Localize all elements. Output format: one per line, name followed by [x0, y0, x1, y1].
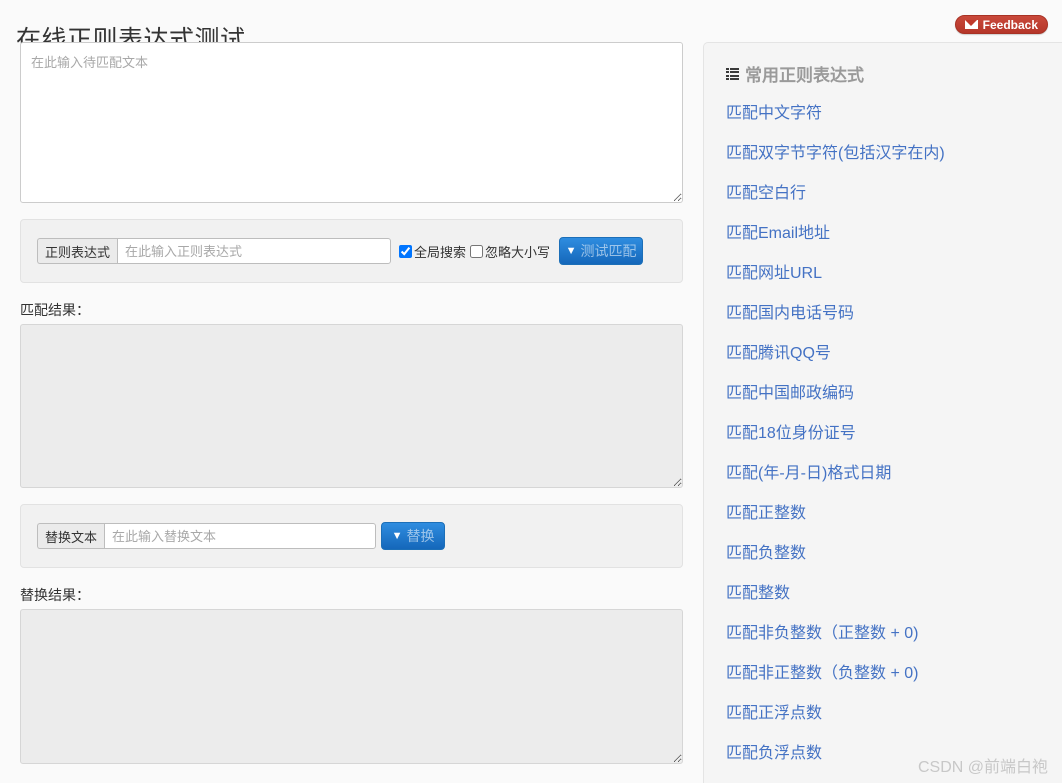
envelope-icon — [964, 20, 978, 29]
regex-panel: 正则表达式 全局搜索 忽略大小写 ▼ 测试匹配 — [20, 219, 683, 283]
main-column: 正则表达式 全局搜索 忽略大小写 ▼ 测试匹配 匹配结果： 替换文本 — [20, 42, 683, 764]
match-result-label: 匹配结果： — [20, 302, 90, 318]
regex-input[interactable] — [117, 238, 392, 264]
regex-preset-link[interactable]: 匹配中文字符 — [726, 104, 1062, 124]
replace-result-label: 替换结果： — [20, 587, 90, 603]
replace-input-row: 替换文本 ▼ 替换 — [37, 522, 666, 550]
regex-preset-link[interactable]: 匹配Email地址 — [726, 224, 1062, 244]
regex-preset-link[interactable]: 匹配整数 — [726, 584, 1062, 604]
regex-preset-link[interactable]: 匹配腾讯QQ号 — [726, 344, 1062, 364]
replace-panel: 替换文本 ▼ 替换 — [20, 504, 683, 568]
replace-result-output — [20, 609, 683, 764]
regex-preset-link[interactable]: 匹配非负整数（正整数 + 0) — [726, 624, 1062, 644]
regex-preset-link[interactable]: 匹配国内电话号码 — [726, 304, 1062, 324]
replace-text-input[interactable] — [104, 523, 377, 549]
regex-label: 正则表达式 — [37, 238, 118, 264]
sidebar-title: 常用正则表达式 — [745, 66, 864, 85]
ignore-case-label[interactable]: 忽略大小写 — [485, 242, 550, 261]
global-search-label[interactable]: 全局搜索 — [414, 242, 466, 261]
source-text-input[interactable] — [20, 42, 683, 203]
regex-preset-link[interactable]: 匹配双字节字符(包括汉字在内) — [726, 144, 1062, 164]
global-search-checkbox[interactable] — [399, 244, 413, 258]
regex-preset-link[interactable]: 匹配非正整数（负整数 + 0) — [726, 664, 1062, 684]
feedback-button-label: Feedback — [982, 17, 1038, 32]
page-root: 在线正则表达式测试 Feedback 正则表达式 全局搜索 忽略大小写 ▼ 测试… — [0, 0, 1062, 783]
regex-preset-link[interactable]: 匹配18位身份证号 — [726, 424, 1062, 444]
regex-flags: 全局搜索 忽略大小写 — [399, 242, 554, 261]
replace-button-label: 替换 — [406, 528, 435, 544]
sidebar-header: 常用正则表达式 — [726, 61, 1062, 86]
replace-label: 替换文本 — [37, 523, 105, 549]
replace-button[interactable]: ▼ 替换 — [381, 522, 446, 550]
regex-preset-link[interactable]: 匹配中国邮政编码 — [726, 384, 1062, 404]
match-result-output — [20, 324, 683, 488]
regex-preset-link[interactable]: 匹配负整数 — [726, 544, 1062, 564]
regex-preset-link[interactable]: 匹配空白行 — [726, 184, 1062, 204]
regex-preset-link[interactable]: 匹配正整数 — [726, 504, 1062, 524]
regex-preset-link[interactable]: 匹配负浮点数 — [726, 744, 1062, 764]
regex-preset-link[interactable]: 匹配正浮点数 — [726, 704, 1062, 724]
regex-preset-link[interactable]: 匹配(年-月-日)格式日期 — [726, 464, 1062, 484]
list-icon — [726, 67, 739, 80]
chevron-down-icon: ▼ — [391, 529, 403, 542]
regex-input-row: 正则表达式 全局搜索 忽略大小写 ▼ 测试匹配 — [37, 237, 666, 265]
test-match-button-label: 测试匹配 — [580, 243, 637, 259]
feedback-button[interactable]: Feedback — [954, 15, 1048, 34]
test-match-button[interactable]: ▼ 测试匹配 — [559, 237, 644, 265]
regex-preset-list: 匹配中文字符 匹配双字节字符(包括汉字在内) 匹配空白行匹配Email地址 匹配网址U… — [726, 104, 1062, 764]
regex-preset-link[interactable]: 匹配网址URL — [726, 264, 1062, 284]
common-regex-sidebar: 常用正则表达式 匹配中文字符 匹配双字节字符(包括汉字在内) 匹配空白行匹配Emai… — [703, 42, 1062, 783]
chevron-down-icon: ▼ — [565, 244, 577, 257]
ignore-case-checkbox[interactable] — [470, 244, 484, 258]
